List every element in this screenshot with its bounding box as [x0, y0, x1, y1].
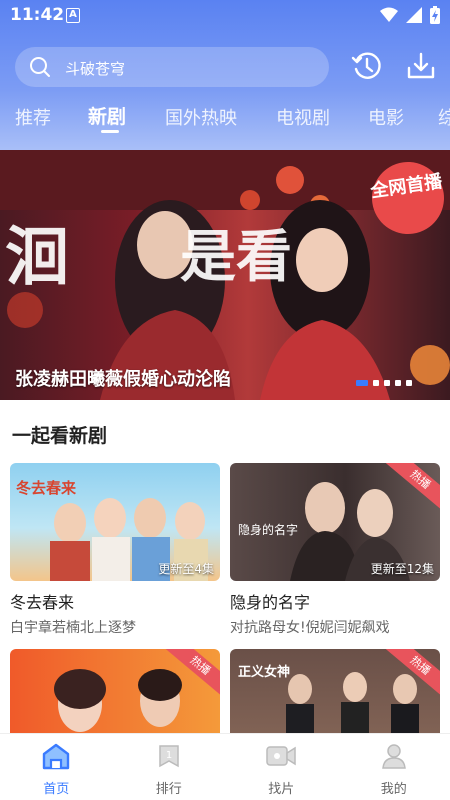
- nav-label: 我的: [380, 782, 407, 797]
- drama-card[interactable]: 冬去春来 更新至4集 冬去春来 白宇章若楠北上逐梦: [10, 463, 220, 637]
- banner-title: 张凌赫田曦薇假婚心动沦陷: [15, 369, 231, 390]
- signal-icon: [406, 7, 422, 23]
- episode-count: 更新至12集: [370, 562, 434, 576]
- header: 11:42 A 斗破苍穹 推荐 新剧 国外热映 电视剧 电影 综: [0, 0, 450, 150]
- nav-label: 首页: [43, 782, 70, 797]
- status-time: 11:42: [10, 5, 65, 25]
- ranking-icon: 1: [159, 745, 179, 768]
- hero-banner[interactable]: 洄 是看 全网首播 张凌赫田曦薇假婚心动沦陷: [0, 150, 450, 400]
- thumbnail-title-art: 隐身的名字: [238, 523, 299, 537]
- bottom-nav: 首页 1 排行 找片 我的: [0, 733, 450, 800]
- tab-movie[interactable]: 电影: [368, 104, 404, 130]
- carousel-dot[interactable]: [384, 380, 390, 386]
- nav-home[interactable]: 首页: [0, 734, 113, 800]
- carousel-dot[interactable]: [356, 380, 368, 386]
- svg-text:1: 1: [166, 750, 172, 761]
- home-icon: [43, 743, 70, 770]
- nav-label: 排行: [155, 782, 182, 797]
- download-icon[interactable]: [405, 50, 437, 82]
- drama-thumbnail[interactable]: 隐身的名字 热播 更新至12集: [230, 463, 440, 581]
- carousel-indicator: [356, 380, 412, 386]
- drama-thumbnail[interactable]: 冬去春来 更新至4集: [10, 463, 220, 581]
- nav-ranking[interactable]: 1 排行: [113, 734, 226, 800]
- section-title: 一起看新剧: [12, 425, 108, 447]
- nav-find[interactable]: 找片: [225, 734, 338, 800]
- nav-profile[interactable]: 我的: [338, 734, 450, 800]
- wifi-icon: [380, 7, 398, 22]
- tab-tv-series[interactable]: 电视剧: [276, 104, 330, 130]
- status-bar: 11:42 A: [0, 0, 450, 32]
- drama-subtitle: 白宇章若楠北上逐梦: [10, 620, 136, 636]
- tab-foreign[interactable]: 国外热映: [165, 104, 237, 130]
- drama-subtitle: 对抗路母女!倪妮闫妮飙戏: [230, 620, 390, 636]
- tab-new-drama[interactable]: 新剧: [88, 102, 126, 129]
- carousel-dot[interactable]: [406, 380, 412, 386]
- thumbnail-title-art: 冬去春来: [16, 479, 77, 497]
- tab-indicator: [101, 130, 119, 133]
- drama-title: 冬去春来: [10, 593, 75, 612]
- thumbnail-title-art: 正义女神: [238, 665, 291, 680]
- category-tabs: 推荐 新剧 国外热映 电视剧 电影 综: [0, 100, 450, 140]
- banner-calligraphy-right: 是看: [180, 224, 292, 290]
- tab-variety[interactable]: 综: [438, 104, 450, 130]
- drama-card[interactable]: 隐身的名字 热播 更新至12集 隐身的名字 对抗路母女!倪妮闫妮飙戏: [230, 463, 440, 637]
- profile-icon: [381, 744, 406, 769]
- history-icon[interactable]: [351, 50, 383, 82]
- status-icons: [380, 6, 440, 24]
- episode-count: 更新至4集: [158, 562, 214, 576]
- notification-icon: A: [66, 8, 80, 23]
- tab-recommend[interactable]: 推荐: [15, 104, 51, 130]
- search-input[interactable]: 斗破苍穹: [65, 58, 125, 79]
- search-icon: [30, 57, 50, 77]
- carousel-dot[interactable]: [373, 380, 379, 386]
- carousel-dot[interactable]: [395, 380, 401, 386]
- drama-title: 隐身的名字: [230, 593, 311, 612]
- search-bar[interactable]: 斗破苍穹: [15, 47, 329, 87]
- banner-calligraphy-left: 洄: [5, 220, 69, 295]
- video-icon: [266, 746, 296, 766]
- nav-label: 找片: [268, 782, 295, 797]
- battery-icon: [430, 6, 440, 24]
